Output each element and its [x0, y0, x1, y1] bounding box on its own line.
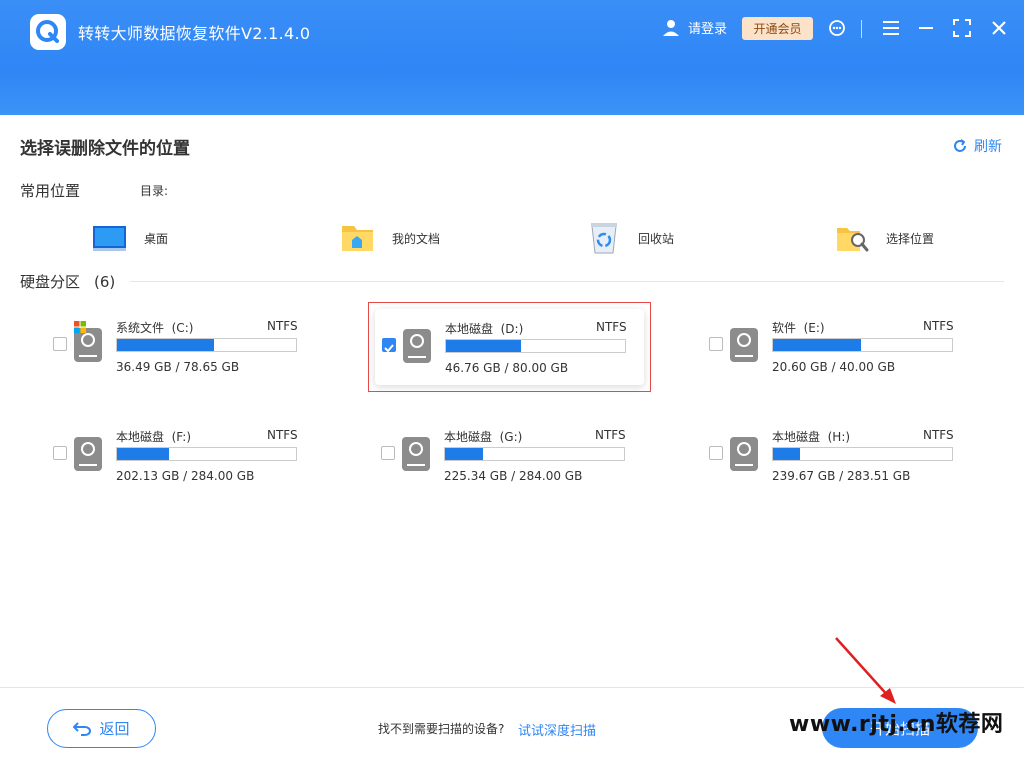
close-icon[interactable]: [988, 17, 1010, 39]
usage-bar: [116, 447, 297, 461]
hard-drive-icon: [730, 437, 758, 471]
drive-name: 本地磁盘 (G:): [444, 430, 523, 444]
drive-card[interactable]: 软件 (E:) NTFS 20.60 GB / 40.00 GB: [696, 302, 966, 382]
refresh-label: 刷新: [974, 139, 1002, 155]
drive-card[interactable]: 本地磁盘 (G:) NTFS 225.34 GB / 284.00 GB: [368, 411, 638, 491]
drive-checkbox[interactable]: [53, 337, 67, 351]
back-label: 返回: [99, 720, 130, 738]
usage-bar-fill: [445, 448, 483, 460]
hard-drive-icon: [74, 328, 102, 362]
login-link[interactable]: 请登录: [662, 18, 727, 37]
hard-drive-icon: [74, 437, 102, 471]
location-label: 我的文档: [392, 231, 441, 246]
drive-checkbox[interactable]: [381, 446, 395, 460]
location-documents[interactable]: 我的文档: [340, 216, 440, 260]
drive-card[interactable]: 本地磁盘 (D:) NTFS 46.76 GB / 80.00 GB: [368, 302, 651, 392]
location-recycle-bin[interactable]: 回收站: [586, 216, 674, 260]
drive-checkbox[interactable]: [382, 338, 396, 353]
usage-bar-fill: [773, 448, 800, 460]
drive-name: 本地磁盘 (D:): [445, 322, 524, 336]
drive-filesystem: NTFS: [596, 320, 627, 334]
usage-bar-fill: [446, 340, 522, 352]
drive-name: 本地磁盘 (F:): [116, 430, 192, 444]
drive-checkbox[interactable]: [709, 337, 723, 351]
desktop-icon: [92, 220, 128, 256]
drive-checkbox[interactable]: [709, 446, 723, 460]
drive-name: 软件 (E:): [772, 321, 825, 335]
location-browse[interactable]: 选择位置: [834, 216, 934, 260]
windows-logo-icon: [74, 318, 86, 333]
drive-filesystem: NTFS: [267, 428, 298, 442]
page-title: 选择误删除文件的位置: [20, 139, 190, 159]
back-button[interactable]: 返回: [47, 709, 156, 748]
location-label: 回收站: [638, 231, 675, 246]
hard-drive-icon: [403, 329, 431, 363]
drive-size: 225.34 GB / 284.00 GB: [444, 469, 583, 483]
usage-bar: [444, 447, 625, 461]
not-found-text: 找不到需要扫描的设备?: [378, 722, 505, 736]
drive-card[interactable]: 本地磁盘 (H:) NTFS 239.67 GB / 283.51 GB: [696, 411, 966, 491]
back-arrow-icon: [73, 721, 92, 736]
login-label: 请登录: [688, 22, 728, 37]
usage-bar-fill: [117, 448, 169, 460]
toolbar-separator: [861, 20, 862, 38]
menu-icon[interactable]: [880, 17, 902, 39]
app-title: 转转大师数据恢复软件V2.1.4.0: [78, 24, 311, 43]
deep-scan-link[interactable]: 试试深度扫描: [518, 720, 596, 739]
location-label: 选择位置: [886, 231, 935, 246]
usage-bar: [772, 447, 953, 461]
partitions-label: 硬盘分区 (6): [20, 273, 116, 291]
documents-folder-icon: [340, 220, 376, 256]
usage-bar: [445, 339, 626, 353]
user-icon: [663, 19, 679, 36]
usage-bar-fill: [773, 339, 861, 351]
vip-button[interactable]: 开通会员: [742, 17, 813, 40]
drive-size: 239.67 GB / 283.51 GB: [772, 469, 911, 483]
hard-drive-icon: [730, 328, 758, 362]
drive-name: 系统文件 (C:): [116, 321, 194, 335]
drive-card[interactable]: 本地磁盘 (F:) NTFS 202.13 GB / 284.00 GB: [40, 411, 310, 491]
drive-size: 202.13 GB / 284.00 GB: [116, 469, 255, 483]
usage-bar: [772, 338, 953, 352]
drive-filesystem: NTFS: [923, 319, 954, 333]
location-label: 桌面: [144, 231, 169, 246]
drive-size: 20.60 GB / 40.00 GB: [772, 360, 896, 374]
drive-filesystem: NTFS: [595, 428, 626, 442]
title-bar: 转转大师数据恢复软件V2.1.4.0 请登录 开通会员: [0, 0, 1024, 115]
drive-checkbox[interactable]: [53, 446, 67, 460]
location-desktop[interactable]: 桌面: [92, 216, 168, 260]
directory-label: 目录:: [140, 184, 169, 198]
drive-card[interactable]: 系统文件 (C:) NTFS 36.49 GB / 78.65 GB: [40, 302, 310, 382]
minimize-icon[interactable]: [915, 17, 937, 39]
app-logo-icon: [30, 14, 66, 50]
annotation-arrow-icon: [835, 637, 896, 704]
usage-bar-fill: [117, 339, 214, 351]
drive-name: 本地磁盘 (H:): [772, 430, 851, 444]
support-icon[interactable]: [826, 17, 848, 39]
refresh-button[interactable]: 刷新: [952, 136, 1002, 156]
watermark: www.rjtj.cn软荐网: [789, 712, 1004, 737]
usage-bar: [116, 338, 297, 352]
browse-folder-icon: [834, 220, 870, 256]
drive-filesystem: NTFS: [923, 428, 954, 442]
drive-size: 46.76 GB / 80.00 GB: [445, 361, 569, 375]
drive-size: 36.49 GB / 78.65 GB: [116, 360, 240, 374]
drive-filesystem: NTFS: [267, 319, 298, 333]
hard-drive-icon: [402, 437, 430, 471]
maximize-icon[interactable]: [951, 17, 973, 39]
section-divider: [130, 281, 1004, 282]
recycle-bin-icon: [586, 220, 622, 256]
refresh-icon: [954, 139, 966, 152]
partitions-count: (6): [94, 273, 116, 291]
common-locations-label: 常用位置: [20, 182, 81, 200]
